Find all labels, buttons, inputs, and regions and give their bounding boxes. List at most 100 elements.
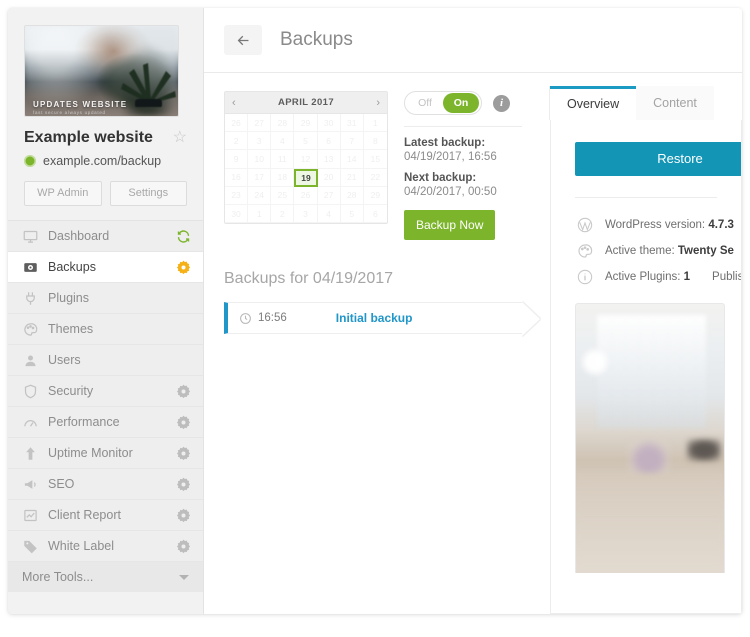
backup-time: 16:56 — [258, 312, 287, 324]
sidebar-item-performance[interactable]: Performance — [8, 407, 203, 438]
sidebar-item-plugins[interactable]: Plugins — [8, 283, 203, 314]
calendar-day[interactable]: 27 — [248, 114, 272, 133]
calendar-day[interactable]: 28 — [340, 186, 364, 205]
gear-icon[interactable] — [175, 445, 191, 461]
calendar-day[interactable]: 21 — [340, 168, 364, 187]
calendar-day[interactable]: 4 — [271, 132, 295, 151]
calendar-day[interactable]: 2 — [225, 132, 249, 151]
calendar-day[interactable]: 30 — [225, 204, 249, 224]
page-title: Backups — [280, 29, 353, 50]
calendar-day[interactable]: 18 — [271, 168, 295, 187]
latest-backup-value: 04/19/2017, 16:56 — [404, 151, 497, 163]
calendar-day[interactable]: 2 — [271, 204, 295, 224]
calendar-day[interactable]: 20 — [317, 168, 341, 187]
calendar-day[interactable]: 27 — [317, 186, 341, 205]
calendar-day[interactable]: 3 — [248, 132, 272, 151]
gear-icon[interactable] — [175, 383, 191, 399]
calendar-day[interactable]: 26 — [225, 114, 249, 133]
info-icon — [575, 267, 595, 287]
nav-right-empty — [175, 290, 191, 306]
sidebar-item-white-label[interactable]: White Label — [8, 531, 203, 562]
gear-icon[interactable] — [175, 476, 191, 492]
schedule-panel: Off On i Latest backup: 04/19/2017, 16:5… — [388, 91, 536, 240]
calendar-day[interactable]: 30 — [317, 114, 341, 133]
sidebar-item-security[interactable]: Security — [8, 376, 203, 407]
calendar-day[interactable]: 5 — [340, 204, 364, 224]
tab-content[interactable]: Content — [636, 86, 714, 120]
gear-icon[interactable] — [175, 538, 191, 554]
calendar-day[interactable]: 29 — [363, 187, 387, 205]
backup-schedule-toggle[interactable]: Off On — [404, 91, 482, 115]
calendar-day[interactable]: 15 — [363, 150, 387, 169]
calendar-day[interactable]: 12 — [294, 150, 318, 169]
sidebar-item-uptime-monitor[interactable]: Uptime Monitor — [8, 438, 203, 469]
calendar-day[interactable]: 11 — [271, 150, 295, 169]
sidebar-item-dashboard[interactable]: Dashboard — [8, 221, 203, 252]
site-screenshot-thumbnail[interactable] — [575, 303, 725, 573]
sidebar-item-users[interactable]: Users — [8, 345, 203, 376]
backup-list-item[interactable]: 16:56 Initial backup — [224, 302, 523, 334]
calendar-day[interactable]: 7 — [340, 132, 364, 151]
calendar-day[interactable]: 10 — [248, 150, 272, 169]
calendar-day-selected[interactable]: 19 — [294, 168, 318, 187]
calendar-day[interactable]: 17 — [248, 168, 272, 187]
shield-icon — [22, 383, 39, 400]
calendar-day[interactable]: 22 — [363, 169, 387, 187]
sidebar-label-backups: Backups — [48, 260, 96, 274]
back-arrow-icon[interactable] — [224, 25, 262, 55]
sidebar-item-seo[interactable]: SEO — [8, 469, 203, 500]
calendar-day[interactable]: 6 — [363, 205, 387, 224]
chevron-left-icon[interactable]: ‹ — [232, 97, 236, 109]
gear-icon[interactable] — [175, 259, 191, 275]
sidebar-label-security: Security — [48, 384, 94, 398]
sidebar-item-themes[interactable]: Themes — [8, 314, 203, 345]
calendar-day[interactable]: 16 — [225, 168, 249, 187]
calendar-day[interactable]: 4 — [317, 204, 341, 224]
sync-icon[interactable] — [175, 228, 191, 244]
calendar-day[interactable]: 3 — [294, 204, 318, 224]
calendar-day[interactable]: 29 — [294, 114, 318, 133]
backup-meta-list: WordPress version: 4.7.3 Active theme: T… — [551, 198, 741, 290]
calendar-day[interactable]: 24 — [248, 186, 272, 205]
backup-now-button[interactable]: Backup Now — [404, 210, 496, 240]
calendar-day[interactable]: 13 — [317, 150, 341, 169]
sidebar-item-client-report[interactable]: Client Report — [8, 500, 203, 531]
calendar-grid: 26 27 28 29 30 31 1 2 3 4 5 6 7 8 9 10 1… — [225, 114, 387, 224]
star-icon[interactable]: ☆ — [173, 130, 187, 146]
calendar-day[interactable]: 31 — [340, 114, 364, 133]
site-url[interactable]: example.com/backup — [43, 154, 161, 168]
wordpress-icon — [575, 215, 595, 235]
calendar-day[interactable]: 23 — [225, 186, 249, 205]
calendar-day[interactable]: 25 — [271, 186, 295, 205]
tag-icon — [22, 538, 39, 555]
more-tools-button[interactable]: More Tools... — [8, 562, 203, 592]
site-thumbnail[interactable]: UPDATES WEBSITE fast secure always updat… — [24, 25, 179, 117]
sidebar-item-backups[interactable]: Backups — [8, 252, 203, 283]
chevron-right-icon[interactable]: › — [376, 97, 380, 109]
gear-icon[interactable] — [175, 507, 191, 523]
info-icon[interactable]: i — [493, 94, 510, 112]
meta-value: 1 — [683, 271, 691, 283]
settings-button[interactable]: Settings — [109, 181, 187, 206]
tab-overview[interactable]: Overview — [550, 86, 637, 120]
calendar-day[interactable]: 14 — [340, 150, 364, 169]
wp-admin-button[interactable]: WP Admin — [24, 181, 102, 206]
calendar-day[interactable]: 28 — [271, 114, 295, 133]
backup-name-link[interactable]: Initial backup — [336, 311, 413, 325]
plant-icon — [120, 63, 176, 108]
meta-extra: Publis — [712, 271, 742, 283]
calendar-header: ‹ APRIL 2017 › — [225, 92, 387, 114]
toggle-off-label: Off — [418, 97, 432, 109]
calendar-day[interactable]: 8 — [363, 132, 387, 151]
calendar-day[interactable]: 6 — [317, 132, 341, 151]
site-name: Example website — [24, 129, 153, 146]
calendar-day[interactable]: 9 — [225, 150, 249, 169]
calendar-day[interactable]: 1 — [248, 204, 272, 224]
meta-text: WordPress version: 4.7.3 — [605, 219, 734, 231]
calendar-day[interactable]: 1 — [363, 114, 387, 133]
gear-icon[interactable] — [175, 414, 191, 430]
calendar-day[interactable]: 26 — [294, 186, 318, 205]
sidebar-label-uptime-monitor: Uptime Monitor — [48, 446, 133, 460]
restore-button[interactable]: Restore — [575, 142, 741, 176]
calendar-day[interactable]: 5 — [294, 132, 318, 151]
